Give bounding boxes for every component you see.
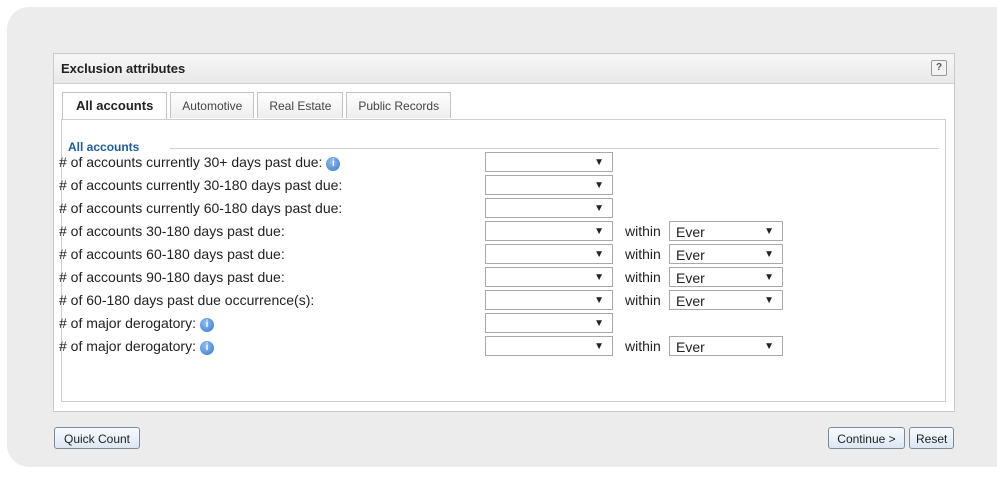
help-button[interactable]: ?: [931, 60, 947, 76]
count-select[interactable]: ▼: [485, 198, 613, 218]
attribute-label-text: # of major derogatory:: [59, 338, 196, 354]
within-label: within: [625, 269, 661, 285]
attribute-label: # of 60-180 days past due occurrence(s):: [59, 292, 314, 308]
timeframe-select[interactable]: Ever ▼: [669, 267, 783, 287]
attribute-label: # of major derogatory: i: [59, 338, 214, 355]
dropdown-arrow-icon: ▼: [594, 295, 604, 306]
info-icon[interactable]: i: [199, 318, 214, 332]
timeframe-select-value: Ever: [676, 339, 705, 355]
attribute-label: # of accounts currently 30+ days past du…: [59, 154, 341, 171]
count-select[interactable]: ▼: [485, 175, 613, 195]
dropdown-arrow-icon: ▼: [594, 157, 604, 168]
attribute-row: # of major derogatory: i ▼: [59, 313, 945, 333]
tab-bar: All accounts Automotive Real Estate Publ…: [62, 92, 452, 119]
attribute-row: # of accounts 90-180 days past due: ▼ with…: [59, 267, 945, 287]
panel-header: Exclusion attributes ?: [54, 54, 954, 84]
attribute-label: # of accounts currently 60-180 days past…: [59, 200, 342, 216]
attribute-label-text: # of accounts 30-180 days past due:: [59, 223, 285, 239]
attribute-row: # of accounts 60-180 days past due: ▼ with…: [59, 244, 945, 264]
dropdown-arrow-icon: ▼: [594, 249, 604, 260]
timeframe-select[interactable]: Ever ▼: [669, 221, 783, 241]
dropdown-arrow-icon: ▼: [764, 295, 774, 306]
dropdown-arrow-icon: ▼: [764, 341, 774, 352]
attribute-label: # of major derogatory: i: [59, 315, 214, 332]
section-divider: [170, 148, 939, 149]
within-label: within: [625, 223, 661, 239]
attribute-label-text: # of 60-180 days past due occurrence(s):: [59, 292, 315, 308]
exclusion-attributes-panel: Exclusion attributes ? All accounts Auto…: [53, 53, 955, 449]
continue-button[interactable]: Continue >: [828, 427, 905, 449]
count-select[interactable]: ▼: [485, 313, 613, 333]
attribute-label: # of accounts 30-180 days past due:: [59, 223, 285, 239]
attribute-label-text: # of accounts 60-180 days past due:: [59, 246, 285, 262]
dropdown-arrow-icon: ▼: [594, 226, 604, 237]
attribute-label: # of accounts 60-180 days past due:: [59, 246, 285, 262]
dropdown-arrow-icon: ▼: [594, 272, 604, 283]
attribute-label-text: # of major derogatory:: [59, 315, 196, 331]
dropdown-arrow-icon: ▼: [594, 203, 604, 214]
timeframe-select[interactable]: Ever ▼: [669, 244, 783, 264]
quick-count-button[interactable]: Quick Count: [54, 427, 140, 449]
count-select[interactable]: ▼: [485, 244, 613, 264]
count-select[interactable]: ▼: [485, 221, 613, 241]
attribute-label-text: # of accounts currently 30-180 days past…: [59, 177, 343, 193]
count-select[interactable]: ▼: [485, 152, 613, 172]
timeframe-select[interactable]: Ever ▼: [669, 336, 783, 356]
within-label: within: [625, 338, 661, 354]
within-label: within: [625, 246, 661, 262]
attribute-row: # of accounts 30-180 days past due: ▼ with…: [59, 221, 945, 241]
dropdown-arrow-icon: ▼: [764, 272, 774, 283]
timeframe-select-value: Ever: [676, 293, 705, 309]
attribute-label-text: # of accounts currently 60-180 days past…: [59, 200, 343, 216]
dropdown-arrow-icon: ▼: [764, 249, 774, 260]
dropdown-arrow-icon: ▼: [764, 226, 774, 237]
info-icon[interactable]: i: [326, 157, 341, 171]
attribute-row: # of accounts currently 30-180 days past…: [59, 175, 945, 195]
attribute-label-text: # of accounts 90-180 days past due:: [59, 269, 285, 285]
timeframe-select-value: Ever: [676, 224, 705, 240]
count-select[interactable]: ▼: [485, 267, 613, 287]
reset-button[interactable]: Reset: [909, 427, 954, 449]
timeframe-select-value: Ever: [676, 270, 705, 286]
timeframe-select[interactable]: Ever ▼: [669, 290, 783, 310]
tab-content-all-accounts: All accounts # of accounts currently 30+…: [59, 119, 946, 402]
attribute-row: # of 60-180 days past due occurrence(s):…: [59, 290, 945, 310]
count-select[interactable]: ▼: [485, 290, 613, 310]
panel-title: Exclusion attributes: [61, 61, 186, 76]
tab-automotive[interactable]: Automotive: [170, 92, 255, 118]
count-select[interactable]: ▼: [485, 336, 613, 356]
timeframe-select-value: Ever: [676, 247, 705, 263]
attribute-row: # of accounts currently 60-180 days past…: [59, 198, 945, 218]
dropdown-arrow-icon: ▼: [594, 341, 604, 352]
dropdown-arrow-icon: ▼: [594, 318, 604, 329]
attribute-row: # of accounts currently 30+ days past du…: [59, 152, 945, 172]
tab-public-records[interactable]: Public Records: [346, 92, 452, 118]
within-label: within: [625, 292, 661, 308]
tab-all-accounts[interactable]: All accounts: [62, 92, 168, 119]
attribute-row: # of major derogatory: i ▼ within Ever ▼: [59, 336, 945, 356]
tab-real-estate[interactable]: Real Estate: [257, 92, 344, 118]
attribute-label: # of accounts currently 30-180 days past…: [59, 177, 342, 193]
dropdown-arrow-icon: ▼: [594, 180, 604, 191]
attribute-label-text: # of accounts currently 30+ days past du…: [59, 154, 323, 170]
info-icon[interactable]: i: [199, 341, 214, 355]
attribute-label: # of accounts 90-180 days past due:: [59, 269, 285, 285]
